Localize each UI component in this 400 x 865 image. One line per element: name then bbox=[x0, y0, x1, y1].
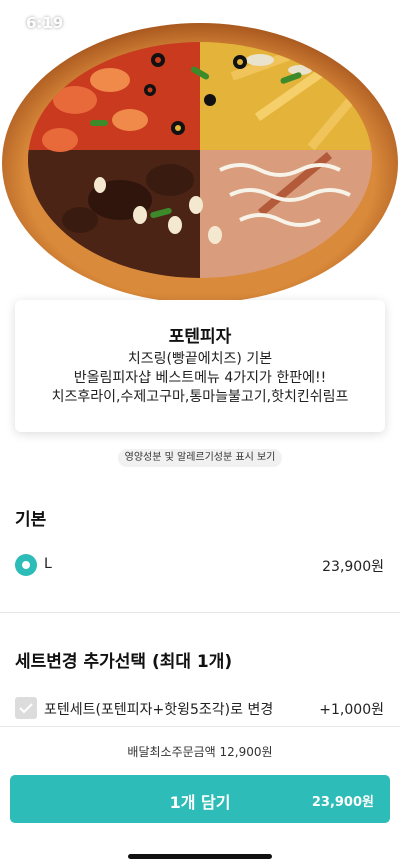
location-arrow-icon bbox=[69, 18, 79, 28]
share-icon[interactable] bbox=[360, 54, 386, 80]
product-info-card: 포텐피자 치즈링(빵끝에치즈) 기본 반올림피자샵 베스트메뉴 4가지가 한판에… bbox=[15, 300, 385, 432]
description-line: 치즈링(빵끝에치즈) 기본 bbox=[127, 351, 273, 367]
set-section-title: 세트변경 추가선택 (최대 1개) bbox=[15, 652, 233, 672]
add-to-cart-button[interactable]: 1개 담기 23,900원 bbox=[10, 775, 390, 823]
status-time: 6:19 bbox=[26, 14, 79, 32]
nutrition-info-button[interactable]: 영양성분 및 알레르기성분 표시 보기 bbox=[118, 449, 282, 467]
radio-selected[interactable] bbox=[15, 554, 37, 576]
description-line: 치즈후라이,수제고구마,통마늘불고기,핫치킨쉬림프 bbox=[51, 389, 349, 405]
cart-button-price: 23,900원 bbox=[311, 795, 374, 810]
pizza-illustration bbox=[2, 23, 398, 300]
option-label: 포텐세트(포텐피자+핫윙5조각)로 변경 bbox=[44, 702, 274, 718]
size-section-title: 기본 bbox=[15, 510, 47, 530]
product-title: 포텐피자 bbox=[168, 327, 232, 347]
option-price: 23,900원 bbox=[322, 559, 384, 575]
bottom-order-bar: 배달최소주문금액 12,900원 1개 담기 23,900원 bbox=[0, 726, 400, 865]
set-checkbox[interactable] bbox=[15, 697, 37, 719]
description-line: 반올림피자샵 베스트메뉴 4가지가 한판에!! bbox=[73, 370, 327, 386]
size-option-l[interactable]: L 23,900원 bbox=[0, 550, 400, 580]
product-description: 치즈링(빵끝에치즈) 기본 반올림피자샵 베스트메뉴 4가지가 한판에!! 치즈… bbox=[15, 350, 385, 407]
home-indicator bbox=[128, 854, 272, 859]
back-arrow-icon[interactable] bbox=[12, 54, 40, 82]
option-price: +1,000원 bbox=[319, 702, 384, 718]
status-time-text: 6:19 bbox=[26, 14, 64, 32]
set-option-row[interactable]: 포텐세트(포텐피자+핫윙5조각)로 변경 +1,000원 bbox=[0, 693, 400, 723]
network-label: LTE bbox=[329, 15, 352, 29]
min-order-text: 배달최소주문금액 12,900원 bbox=[127, 745, 273, 759]
status-indicators: LTE bbox=[305, 15, 385, 29]
option-label: L bbox=[44, 556, 52, 572]
check-icon bbox=[19, 703, 33, 714]
pizza-hero-image: 6:19 LTE bbox=[0, 0, 400, 300]
status-bar: 6:19 LTE bbox=[0, 0, 400, 44]
battery-icon bbox=[358, 16, 385, 28]
section-divider bbox=[0, 612, 400, 613]
product-detail-page: 6:19 LTE 포텐피자 치즈링(빵끝에치즈) 기본 반올림피자샵 베스트메뉴… bbox=[0, 0, 400, 865]
signal-icon bbox=[305, 16, 324, 28]
